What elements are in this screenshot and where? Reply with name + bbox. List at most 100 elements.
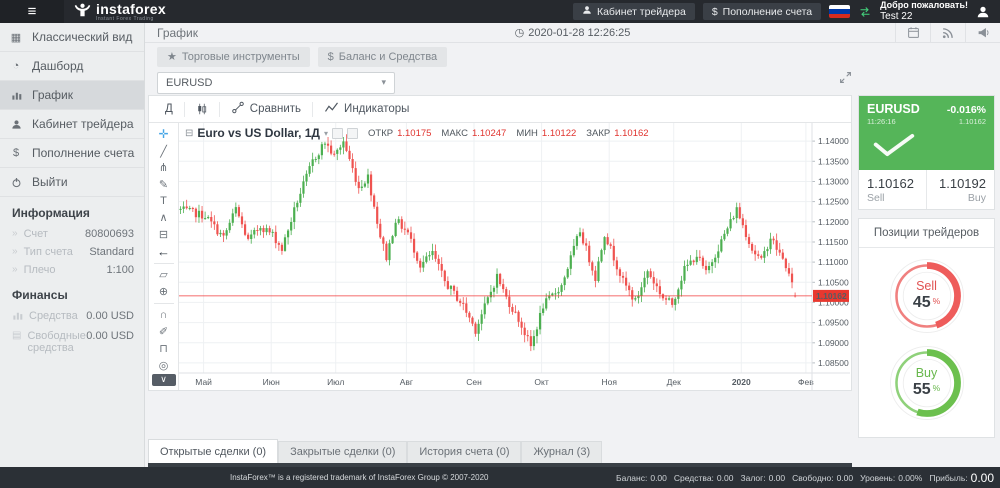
svg-text:1.13500: 1.13500 xyxy=(818,156,849,166)
language-flag-russia[interactable] xyxy=(829,5,850,18)
sidebar-item-classic-view[interactable]: ▦Классический вид xyxy=(0,23,144,52)
clock-icon: ◷ xyxy=(515,26,525,39)
status-item-0: Баланс:0.00 xyxy=(616,473,667,483)
avatar-icon[interactable] xyxy=(976,5,990,19)
ruler-tool[interactable]: ▱ xyxy=(149,266,178,283)
open-value: 1.10175 xyxy=(397,128,431,139)
quote-price: 1.10162 xyxy=(959,117,986,126)
brush-tool[interactable]: ✎ xyxy=(149,176,178,193)
svg-text:Сен: Сен xyxy=(466,377,482,387)
long-position-tool[interactable]: ⊟ xyxy=(149,226,178,243)
eye-tool[interactable]: ◎ xyxy=(149,357,178,374)
svg-text:Май: Май xyxy=(195,377,212,387)
person-icon xyxy=(582,5,592,18)
finance-section-title: Финансы xyxy=(0,279,144,307)
info-section-title: Информация xyxy=(0,197,144,225)
menu-toggle-button[interactable]: ≡ xyxy=(0,0,64,23)
crosshair-tool[interactable]: ✛ xyxy=(149,126,178,143)
deposit-button[interactable]: $ Пополнение счета xyxy=(703,3,821,20)
svg-text:Авг: Авг xyxy=(400,377,413,387)
announcements-icon[interactable] xyxy=(965,23,1000,42)
quote-time: 11:26:16 xyxy=(867,117,896,126)
sidebar: ▦Классический вид◔ДашбордГрафикКабинет т… xyxy=(0,23,145,467)
info-section: Информация »Счет80800693»Тип счетаStanda… xyxy=(0,197,144,279)
sidebar-item-trader-cabinet[interactable]: Кабинет трейдера xyxy=(0,110,144,139)
text-tool[interactable]: T xyxy=(149,193,178,210)
symbol-select[interactable]: EURUSD ▾ xyxy=(157,72,395,94)
chart-toolbar: Д Сравнить Индикаторы xyxy=(149,96,851,123)
status-bar: InstaForex™ is a registered trademark of… xyxy=(0,467,1000,488)
trend-line-tool[interactable]: ╱ xyxy=(149,143,178,160)
balance-funds-button[interactable]: $ Баланс и Средства xyxy=(318,47,448,67)
swap-arrows-icon[interactable] xyxy=(858,6,872,18)
legend-settings-button[interactable] xyxy=(347,128,358,139)
svg-text:2020: 2020 xyxy=(732,377,751,387)
buy-percent: 55 xyxy=(913,381,931,399)
collapse-toolbar-button[interactable]: ∨ xyxy=(152,374,176,387)
trading-instruments-button[interactable]: ★ Торговые инструменты xyxy=(157,47,310,67)
magnet-tool[interactable]: ∩ xyxy=(149,307,178,324)
main-toolbar: ★ Торговые инструменты $ Баланс и Средст… xyxy=(145,43,1000,70)
buy-donut: Buy 55% xyxy=(888,344,966,422)
close-value: 1.10162 xyxy=(614,128,648,139)
sidebar-item-deposit[interactable]: $Пополнение счета xyxy=(0,139,144,168)
high-value: 1.10247 xyxy=(472,128,506,139)
brand-logo[interactable]: instaforex Instant Forex Trading xyxy=(64,0,176,23)
drawing-toolbar: ✛╱⋔✎T∧⊟← ▱⊕ ∩✐⊓◎∨ xyxy=(149,123,179,390)
trademark-text: InstaForex™ is a registered trademark of… xyxy=(0,473,488,482)
finance-row: Средства0.00 USD xyxy=(0,307,144,327)
chart-icon xyxy=(0,90,32,101)
sidebar-item-chart[interactable]: График xyxy=(0,81,144,110)
xabcd-tool[interactable]: ∧ xyxy=(149,210,178,227)
compare-icon xyxy=(231,101,245,117)
tab-0[interactable]: Открытые сделки (0) xyxy=(148,439,278,463)
indicators-button[interactable]: Индикаторы xyxy=(316,102,417,117)
sidebar-item-logout[interactable]: Выйти xyxy=(0,168,144,197)
svg-text:1.08500: 1.08500 xyxy=(818,358,849,368)
chart-area[interactable]: 1.140001.135001.130001.125001.120001.115… xyxy=(179,123,851,390)
quote-card: EURUSD -0.016% 11:26:16 1.10162 xyxy=(858,95,995,210)
calendar-icon[interactable] xyxy=(895,23,930,42)
drawing-lock-tool[interactable]: ✐ xyxy=(149,323,178,340)
fullscreen-button[interactable] xyxy=(839,71,852,89)
sell-quote-button[interactable]: 1.10162 Sell xyxy=(859,170,927,209)
arrow-tool[interactable]: ← xyxy=(149,243,178,260)
chevron-down-icon[interactable]: ▾ xyxy=(324,129,328,138)
hamburger-icon: ≡ xyxy=(28,3,37,20)
app: ≡ instaforex Instant Forex Trading Кабин… xyxy=(0,0,1000,488)
compare-button[interactable]: Сравнить xyxy=(223,101,309,117)
classic-view-icon: ▦ xyxy=(0,31,32,44)
legend-collapse-icon[interactable]: ⊟ xyxy=(185,128,193,139)
sidebar-item-dashboard[interactable]: ◔Дашборд xyxy=(0,52,144,81)
gann-tool[interactable]: ⋔ xyxy=(149,159,178,176)
status-item-1: Средства:0.00 xyxy=(674,473,734,483)
legend-visibility-button[interactable] xyxy=(332,128,343,139)
interval-button[interactable]: Д xyxy=(157,103,181,115)
svg-text:Дек: Дек xyxy=(667,377,681,387)
chart-legend: ⊟ Euro vs US Dollar, 1Д ▾ ОТКР 1.10175 М… xyxy=(185,126,649,140)
tab-1[interactable]: Закрытые сделки (0) xyxy=(278,441,407,463)
star-icon: ★ xyxy=(167,50,177,63)
tab-3[interactable]: Журнал (3) xyxy=(521,441,602,463)
chart-series-title: Euro vs US Dollar, 1Д xyxy=(197,126,320,140)
quote-header[interactable]: EURUSD -0.016% 11:26:16 1.10162 xyxy=(859,96,994,170)
tab-2[interactable]: История счета (0) xyxy=(407,441,521,463)
zoom-in-tool[interactable]: ⊕ xyxy=(149,283,178,300)
lock-tool[interactable]: ⊓ xyxy=(149,340,178,357)
candlestick-chart[interactable]: 1.140001.135001.130001.125001.120001.115… xyxy=(179,123,850,390)
dollar-icon: $ xyxy=(712,6,718,18)
rss-icon[interactable] xyxy=(930,23,965,42)
cabinet-button[interactable]: Кабинет трейдера xyxy=(573,3,695,20)
status-item-3: Свободно:0.00 xyxy=(792,473,853,483)
top-header: ≡ instaforex Instant Forex Trading Кабин… xyxy=(0,0,1000,23)
chevron-right-icon: » xyxy=(12,246,18,257)
buy-quote-button[interactable]: 1.10192 Buy xyxy=(927,170,994,209)
deposit-icon: $ xyxy=(0,147,32,159)
page-title: График xyxy=(145,23,198,42)
status-item-2: Залог:0.00 xyxy=(740,473,785,483)
logout-icon xyxy=(0,177,32,188)
quote-symbol: EURUSD xyxy=(867,102,920,116)
dashboard-icon: ◔ xyxy=(0,60,32,72)
trader-cabinet-icon xyxy=(0,119,32,130)
chart-type-candles-button[interactable] xyxy=(188,102,216,116)
